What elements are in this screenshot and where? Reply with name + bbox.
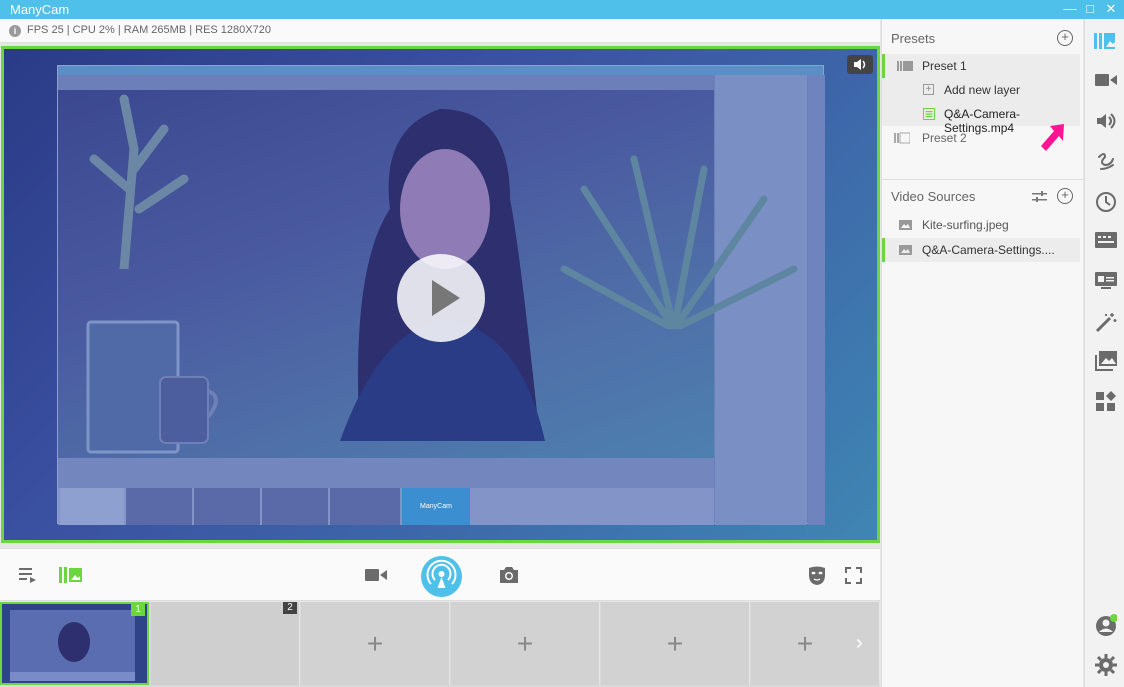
video-source-item-active[interactable]: Q&A-Camera-Settings.... bbox=[882, 238, 1080, 262]
playlist-icon[interactable] bbox=[19, 567, 37, 583]
broadcast-icon bbox=[426, 559, 457, 588]
image-icon bbox=[899, 220, 912, 230]
snapshot-icon[interactable] bbox=[498, 565, 520, 584]
adjust-icon[interactable] bbox=[1032, 191, 1047, 203]
next-arrow-icon[interactable]: › bbox=[856, 632, 863, 655]
display-icon[interactable] bbox=[1095, 271, 1117, 293]
audio-icon[interactable] bbox=[1095, 111, 1117, 133]
inner-logo: ManyCam bbox=[402, 488, 470, 525]
layer-label: Add new layer bbox=[944, 83, 1021, 97]
preset-item-1[interactable]: Preset 1 bbox=[882, 54, 1080, 78]
effects-icon[interactable] bbox=[1095, 311, 1117, 333]
video-file-icon bbox=[923, 108, 935, 120]
cactus-plant bbox=[89, 94, 189, 269]
divider bbox=[882, 179, 1084, 180]
slot-number-badge: 2 bbox=[283, 602, 297, 614]
inner-thumb bbox=[330, 488, 400, 525]
play-icon bbox=[432, 280, 460, 316]
presets-panel: Presets + Preset 1 + Add new layer Q&A-C… bbox=[881, 19, 1084, 687]
source-label: Kite-surfing.jpeg bbox=[922, 218, 1009, 232]
image-icon bbox=[899, 245, 912, 255]
draw-icon[interactable] bbox=[1095, 151, 1117, 173]
image-icon[interactable] bbox=[1095, 351, 1117, 373]
app-title: ManyCam bbox=[10, 2, 70, 17]
add-layer-icon: + bbox=[923, 84, 934, 95]
inner-icon-rail bbox=[808, 75, 825, 525]
subtitles-icon[interactable] bbox=[1095, 231, 1117, 253]
camera-icon[interactable] bbox=[365, 567, 387, 583]
minimize-button[interactable]: — bbox=[1063, 2, 1077, 16]
preset-label: Preset 2 bbox=[922, 131, 967, 145]
pointer-arrow-icon bbox=[1041, 124, 1064, 151]
status-bar: i FPS 25 | CPU 2% | RAM 265MB | RES 1280… bbox=[0, 19, 880, 43]
clock-icon[interactable] bbox=[1095, 191, 1117, 213]
main-preview[interactable]: ManyCam bbox=[1, 46, 880, 543]
info-icon[interactable]: i bbox=[9, 25, 21, 37]
layers-icon bbox=[897, 61, 913, 71]
add-preset-slot[interactable]: + bbox=[451, 602, 600, 685]
layers-icon bbox=[894, 132, 910, 144]
play-button[interactable] bbox=[397, 254, 485, 342]
preset-thumbnail bbox=[2, 604, 147, 683]
close-button[interactable]: ✕ bbox=[1104, 2, 1118, 16]
presets-icon[interactable] bbox=[1093, 31, 1115, 53]
video-source-item[interactable]: Kite-surfing.jpeg bbox=[882, 213, 1080, 237]
widgets-icon[interactable] bbox=[1095, 391, 1117, 413]
performance-stats: FPS 25 | CPU 2% | RAM 265MB | RES 1280X7… bbox=[27, 24, 271, 36]
camera-icon[interactable] bbox=[1095, 71, 1117, 93]
add-preset-icon[interactable]: + bbox=[1057, 30, 1073, 46]
inner-thumb bbox=[194, 488, 260, 525]
fullscreen-icon[interactable] bbox=[845, 567, 862, 584]
control-bar bbox=[0, 548, 880, 601]
side-icon-rail bbox=[1084, 19, 1124, 687]
source-label: Q&A-Camera-Settings.... bbox=[922, 243, 1055, 257]
add-preset-slot[interactable]: + bbox=[301, 602, 450, 685]
mug bbox=[159, 376, 218, 444]
title-bar: ManyCam — □ ✕ bbox=[0, 0, 1124, 19]
slot-number-badge: 1 bbox=[131, 604, 145, 616]
inner-title-bar bbox=[58, 66, 823, 75]
layers-icon[interactable] bbox=[59, 566, 83, 584]
preset-slot-2[interactable]: 2 bbox=[151, 602, 300, 685]
account-icon[interactable] bbox=[1095, 614, 1117, 636]
add-video-source-icon[interactable]: + bbox=[1057, 188, 1073, 204]
add-preset-slot[interactable]: + bbox=[601, 602, 750, 685]
preset-slot-1[interactable]: 1 bbox=[0, 602, 149, 685]
add-layer-item[interactable]: + Add new layer bbox=[882, 78, 1080, 102]
volume-icon bbox=[854, 59, 866, 70]
preset-strip: 1 2 + + + + › bbox=[0, 602, 880, 687]
volume-button[interactable] bbox=[847, 55, 873, 74]
presets-header: Presets bbox=[891, 31, 936, 46]
mask-icon[interactable] bbox=[808, 566, 826, 585]
video-sources-header: Video Sources bbox=[891, 189, 976, 204]
aloe-plant bbox=[560, 155, 798, 329]
inner-thumb bbox=[262, 488, 328, 525]
settings-icon[interactable] bbox=[1095, 654, 1117, 676]
maximize-button[interactable]: □ bbox=[1083, 2, 1097, 16]
preset-label: Preset 1 bbox=[922, 59, 967, 73]
broadcast-button[interactable] bbox=[421, 556, 462, 597]
